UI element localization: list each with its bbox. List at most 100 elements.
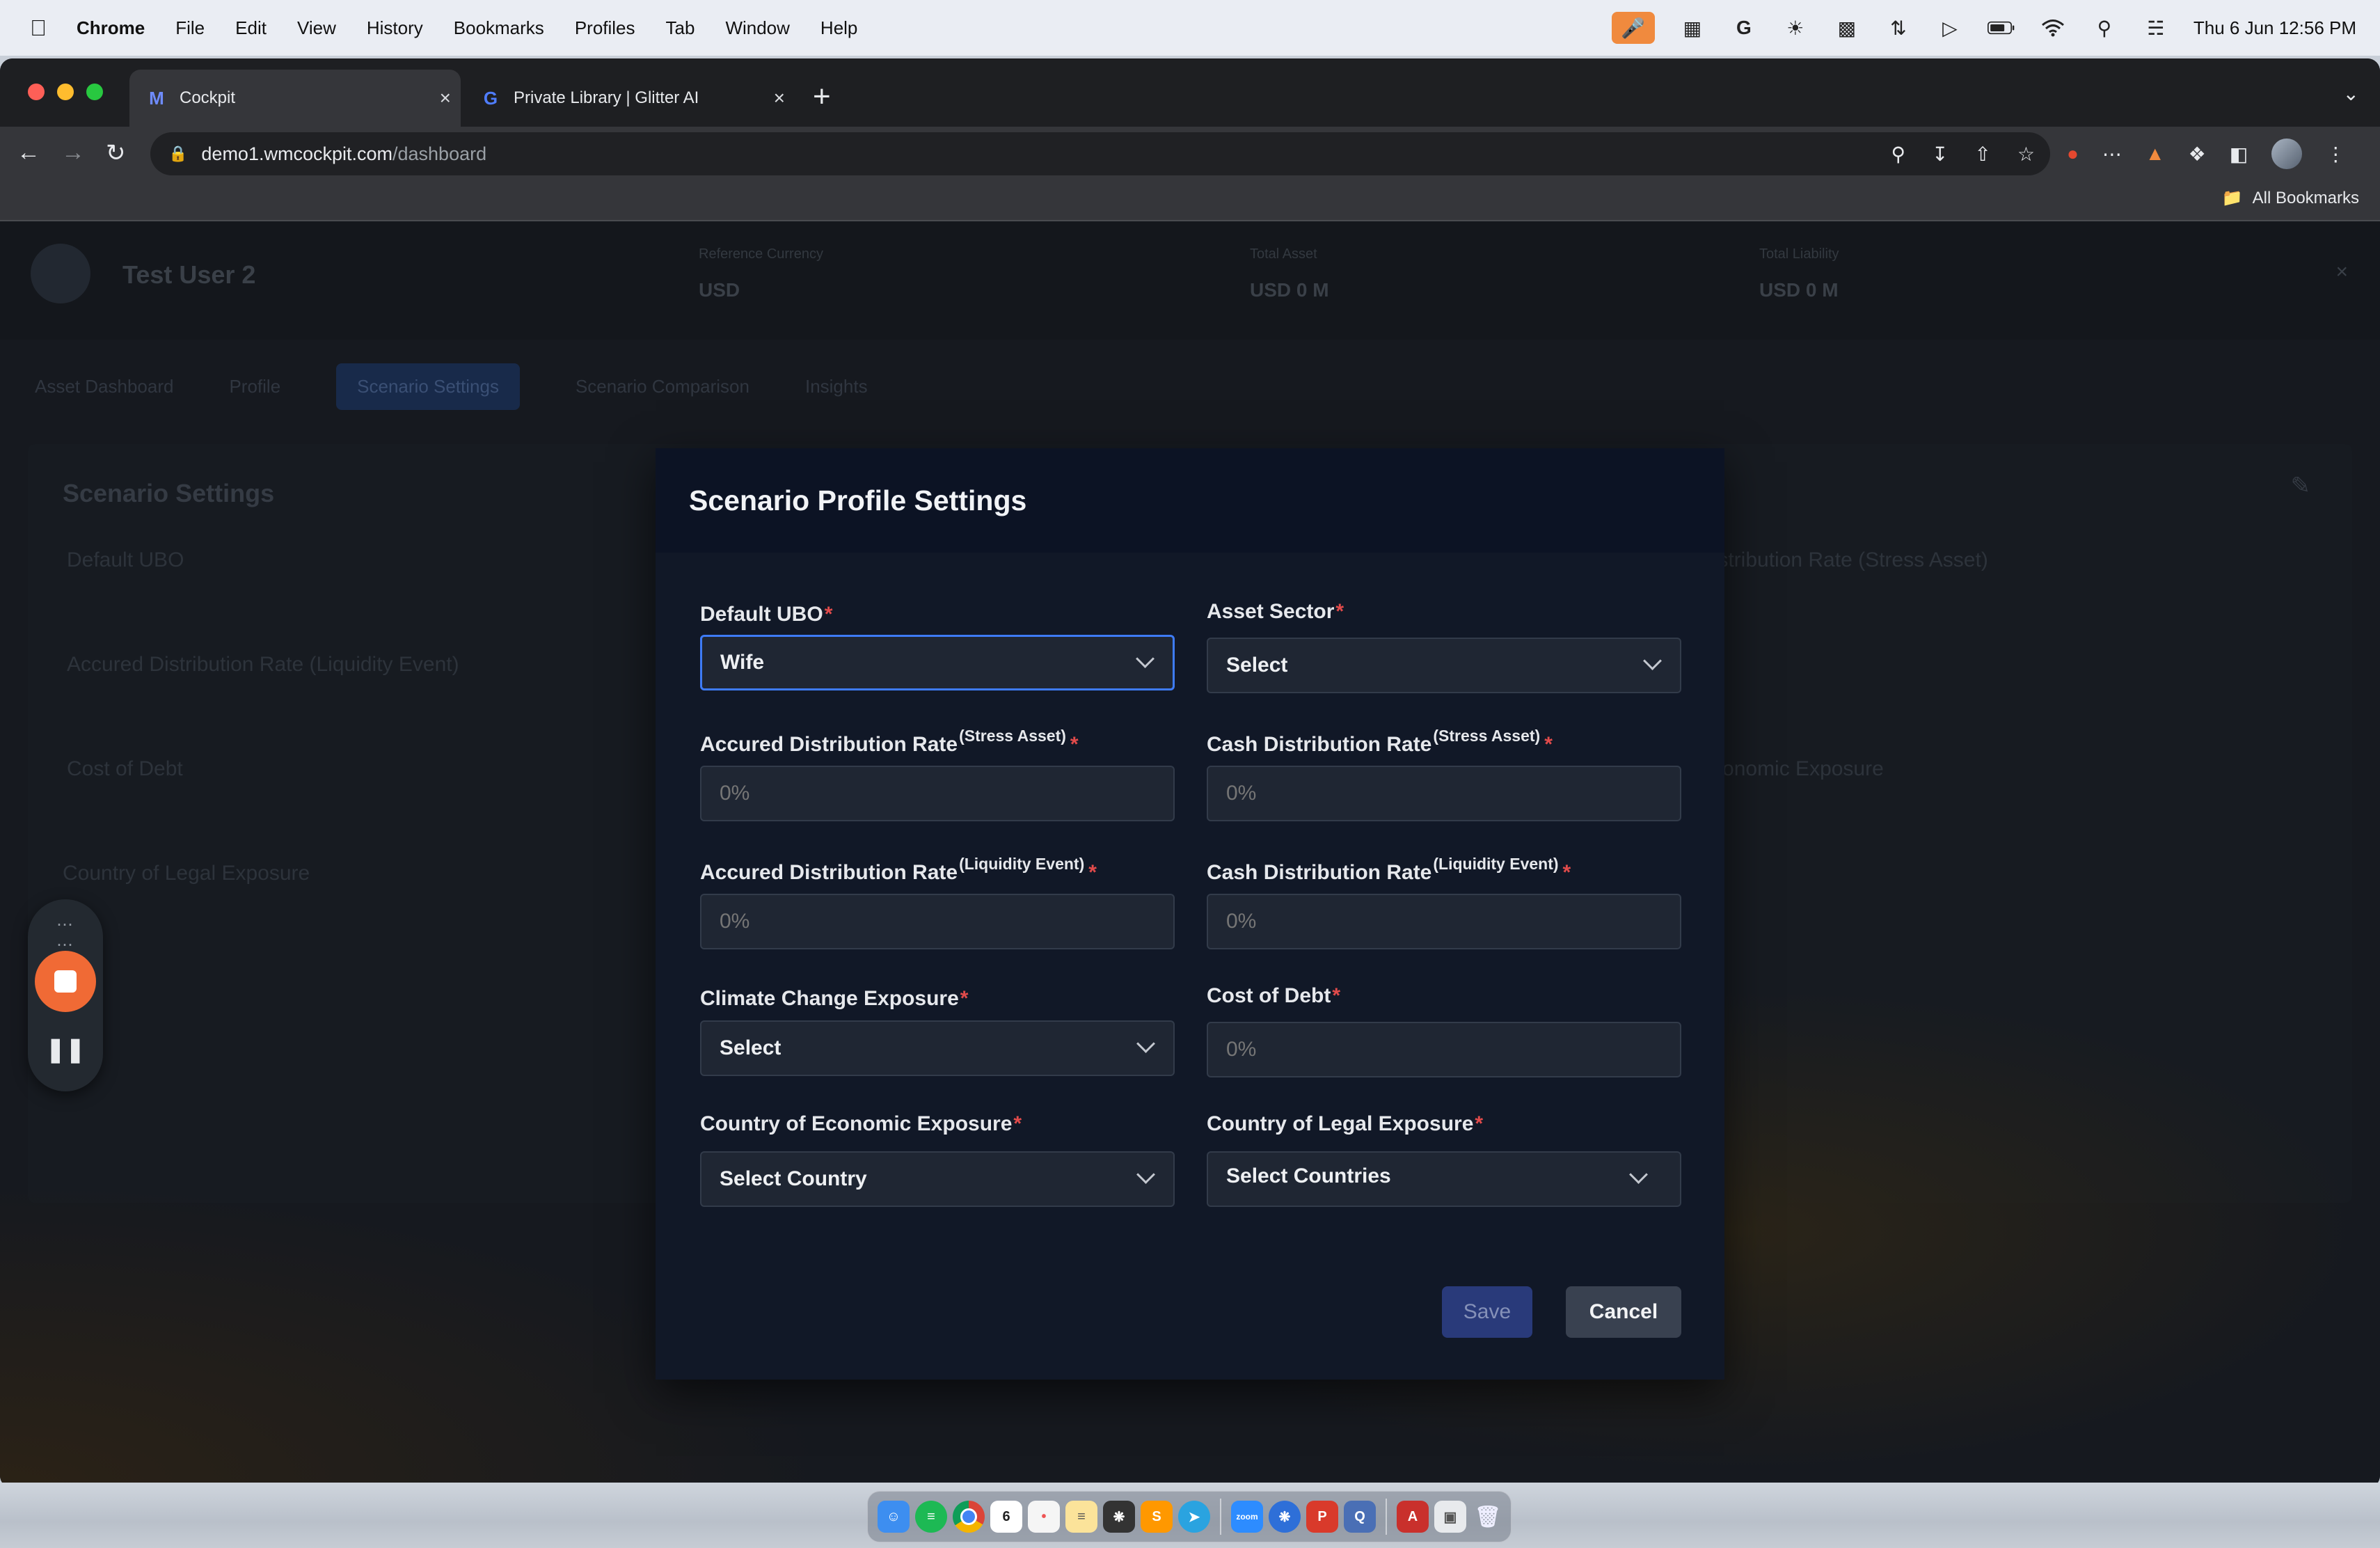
chatgpt-icon[interactable]: ❋ — [1103, 1501, 1135, 1533]
menu-app-name[interactable]: Chrome — [77, 17, 145, 39]
side-panel-icon[interactable]: ◧ — [2230, 143, 2248, 166]
battery-icon[interactable] — [1987, 14, 2015, 42]
activity-monitor-icon[interactable]: ▦ — [1679, 14, 1706, 42]
pause-icon[interactable]: ❚❚ — [28, 1036, 103, 1064]
legal-country-select[interactable]: Select Countries — [1207, 1151, 1681, 1207]
reload-icon[interactable]: ↻ — [106, 139, 126, 167]
browser-toolbar: ← → ↻ 🔒 demo1.wmcockpit.com/dashboard ⚲ … — [0, 127, 2380, 181]
drag-handle-icon[interactable]: ⋯ ⋯ — [28, 915, 103, 955]
sublime-icon[interactable]: S — [1141, 1501, 1173, 1533]
close-tab-icon[interactable]: × — [774, 87, 785, 109]
control-center-icon[interactable]: ☵ — [2142, 14, 2170, 42]
puzzle-icon[interactable]: ❖ — [2189, 143, 2206, 166]
save-button[interactable]: Save — [1442, 1286, 1532, 1338]
share-icon[interactable]: ⇧ — [1974, 143, 1990, 166]
bg-label: Country of Legal Exposure — [63, 862, 310, 885]
all-bookmarks-button[interactable]: 📁 All Bookmarks — [2222, 188, 2359, 208]
tab-title: Private Library | Glitter AI — [514, 88, 699, 107]
close-window-button[interactable] — [28, 84, 45, 100]
more-extension-icon[interactable]: ⋯ — [2102, 143, 2122, 166]
cash-stress-input[interactable] — [1207, 766, 1681, 821]
zoom-window-button[interactable] — [86, 84, 103, 100]
chevron-down-icon[interactable]: ⌄ — [2343, 82, 2359, 105]
back-icon[interactable]: ← — [17, 139, 40, 166]
address-bar[interactable]: 🔒 demo1.wmcockpit.com/dashboard ⚲ ↧ ⇧ ☆ — [150, 132, 2050, 175]
new-tab-icon[interactable]: + — [813, 79, 831, 114]
stop-recording-button[interactable] — [35, 951, 96, 1012]
screen-recorder-widget: ⋯ ⋯ ❚❚ — [28, 899, 103, 1091]
menu-tab[interactable]: Tab — [666, 17, 695, 39]
close-icon: × — [2335, 260, 2348, 283]
menubar-status-area: 🎤 ▦ G ☀ ▩ ⇅ ▷ ⚲ ☵ Thu 6 Jun 12:56 PM — [1611, 0, 2356, 56]
browser-window: M Cockpit × G Private Library | Glitter … — [0, 58, 2380, 1488]
profile-avatar[interactable] — [2271, 139, 2303, 169]
acrobat-icon[interactable]: A — [1397, 1501, 1429, 1533]
tab-title: Cockpit — [180, 88, 236, 107]
asset-sector-select[interactable]: Select — [1207, 638, 1681, 693]
recorder-extension-icon[interactable]: ● — [2067, 143, 2079, 165]
macos-dock: ☺ ≡ 6 • ≡ ❋ S ➤ zoom ❋ P Q A ▣ 🗑 — [867, 1491, 1512, 1542]
default-ubo-value: Wife — [720, 651, 765, 674]
cost-of-debt-input[interactable] — [1207, 1022, 1681, 1077]
close-tab-icon[interactable]: × — [440, 87, 451, 109]
install-icon[interactable]: ↧ — [1932, 143, 1948, 166]
cancel-button[interactable]: Cancel — [1566, 1286, 1681, 1338]
lock-icon[interactable]: 🔒 — [168, 145, 187, 163]
tab-glitter[interactable]: G Private Library | Glitter AI × — [463, 70, 795, 127]
layout-icon[interactable]: ▩ — [1833, 14, 1861, 42]
menu-window[interactable]: Window — [725, 17, 789, 39]
page-content: Test User 2 Reference Currency USD Total … — [0, 221, 2380, 1488]
menu-history[interactable]: History — [367, 17, 423, 39]
trash-icon[interactable]: 🗑 — [1472, 1501, 1504, 1533]
url-text[interactable]: demo1.wmcockpit.com/dashboard — [201, 143, 486, 165]
stat-total-liability: Total Liability USD 0 M — [1759, 246, 1839, 301]
chrome-icon[interactable] — [953, 1501, 985, 1533]
key-icon[interactable]: ⚲ — [1891, 143, 1905, 166]
accured-liquidity-input[interactable] — [700, 894, 1175, 949]
menu-bookmarks[interactable]: Bookmarks — [454, 17, 544, 39]
calendar-icon[interactable]: 6 — [990, 1501, 1022, 1533]
climate-select[interactable]: Select — [700, 1020, 1175, 1076]
stop-icon — [54, 970, 77, 993]
notes-icon[interactable]: ≡ — [1065, 1501, 1097, 1533]
stat-total-asset: Total Asset USD 0 M — [1250, 246, 1329, 301]
forward-icon[interactable]: → — [61, 139, 85, 166]
grammarly-icon[interactable]: G — [1730, 14, 1758, 42]
apple-icon[interactable]:  — [28, 15, 49, 40]
pdf-expert-icon[interactable]: P — [1306, 1501, 1338, 1533]
dashboard-header: Test User 2 Reference Currency USD Total … — [0, 221, 2380, 340]
microphone-icon[interactable]: 🎤 — [1611, 12, 1655, 44]
cash-liquidity-input[interactable] — [1207, 894, 1681, 949]
default-ubo-label: Default UBO* — [700, 603, 833, 626]
menu-help[interactable]: Help — [820, 17, 857, 39]
accured-stress-input[interactable] — [700, 766, 1175, 821]
network-icon[interactable]: ⇅ — [1885, 14, 1912, 42]
menu-file[interactable]: File — [175, 17, 205, 39]
telegram-icon[interactable]: ➤ — [1178, 1501, 1210, 1533]
quicktime-icon[interactable]: Q — [1344, 1501, 1376, 1533]
zoom-icon[interactable]: zoom — [1231, 1501, 1263, 1533]
reminders-icon[interactable]: • — [1028, 1501, 1060, 1533]
finder-icon[interactable]: ☺ — [878, 1501, 910, 1533]
spotify-icon[interactable]: ≡ — [915, 1501, 947, 1533]
glitter-icon: G — [483, 87, 498, 109]
play-icon[interactable]: ▷ — [1936, 14, 1964, 42]
search-icon[interactable]: ⚲ — [2091, 14, 2118, 42]
minimize-window-button[interactable] — [57, 84, 74, 100]
metamask-icon[interactable]: ▲ — [2145, 143, 2165, 165]
economic-country-select[interactable]: Select Country — [700, 1151, 1175, 1207]
default-ubo-select[interactable]: Wife — [700, 635, 1175, 690]
menu-profiles[interactable]: Profiles — [575, 17, 635, 39]
tab-insights: Insights — [804, 375, 868, 397]
kebab-menu-icon[interactable]: ⋮ — [2326, 143, 2345, 166]
bookmarks-bar: 📁 All Bookmarks — [0, 181, 2380, 221]
settings-icon[interactable]: ❋ — [1269, 1501, 1301, 1533]
sun-icon[interactable]: ☀ — [1782, 14, 1809, 42]
wifi-icon[interactable] — [2039, 14, 2067, 42]
menu-view[interactable]: View — [297, 17, 336, 39]
preview-icon[interactable]: ▣ — [1434, 1501, 1466, 1533]
menubar-clock[interactable]: Thu 6 Jun 12:56 PM — [2193, 17, 2356, 39]
tab-cockpit[interactable]: M Cockpit × — [129, 70, 461, 127]
menu-edit[interactable]: Edit — [235, 17, 267, 39]
bookmark-star-icon[interactable]: ☆ — [2017, 143, 2035, 166]
